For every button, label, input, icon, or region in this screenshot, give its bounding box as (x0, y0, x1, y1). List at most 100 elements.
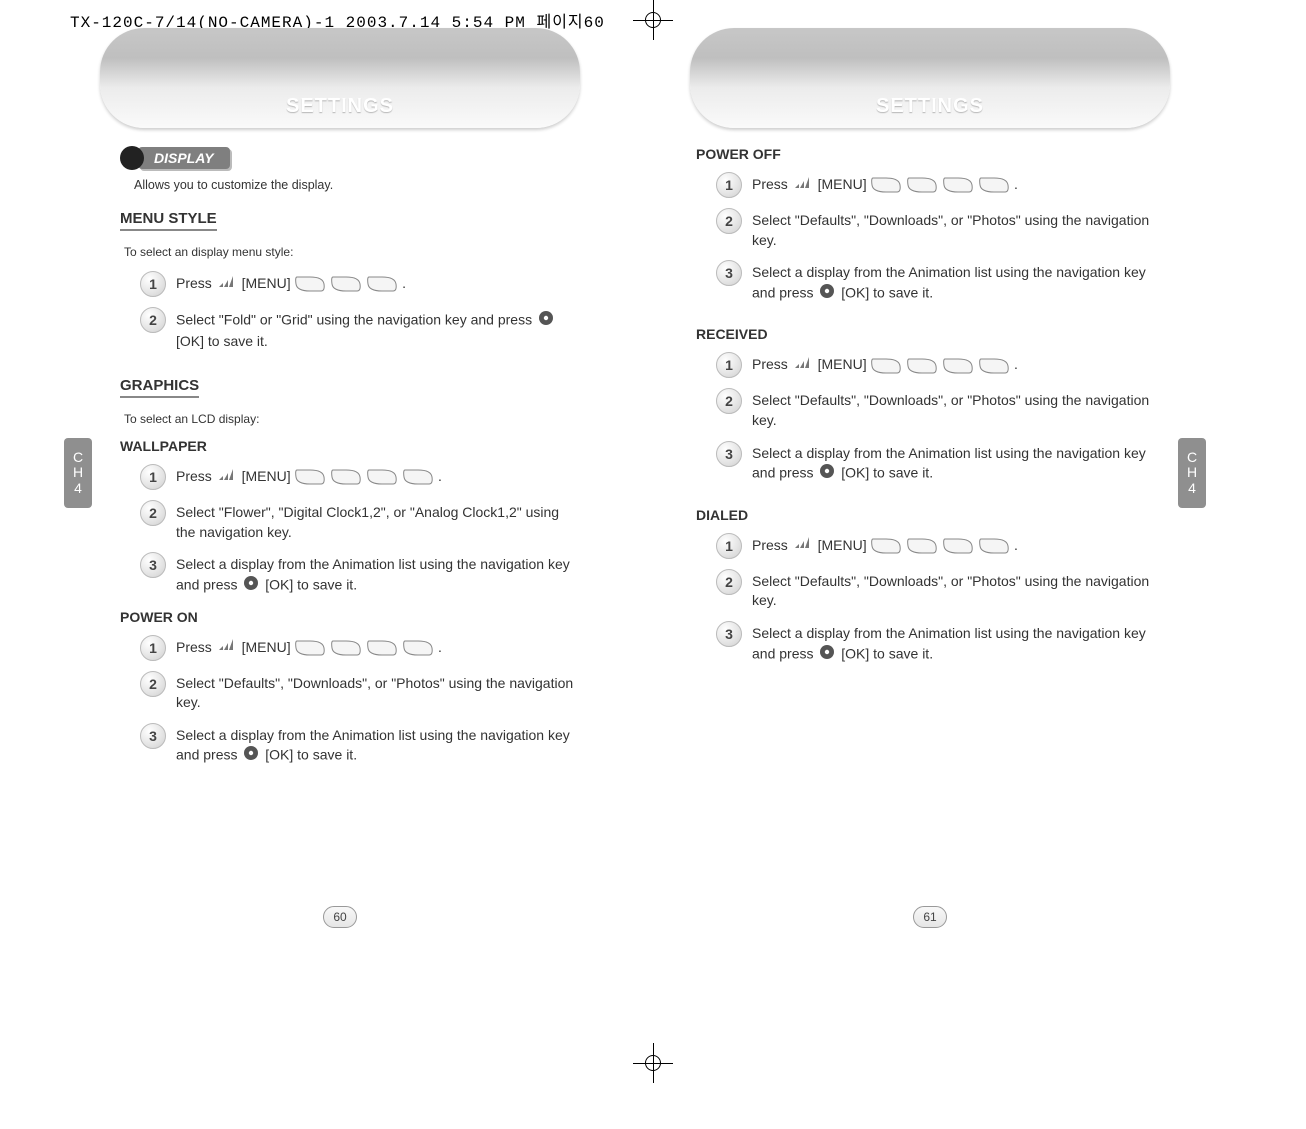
ok-icon (819, 644, 835, 666)
step-number-badge: 3 (716, 441, 742, 467)
step-number-badge: 2 (140, 307, 166, 333)
step-number-badge: 2 (716, 388, 742, 414)
step-sentence: Select a display from the Animation list… (176, 556, 570, 592)
graphics-note: To select an LCD display: (124, 412, 574, 426)
power-off-step: 2 Select "Defaults", "Downloads", or "Ph… (716, 208, 1150, 250)
signal-icon (218, 468, 236, 488)
keycap-icon (943, 537, 973, 555)
step-text: Select a display from the Animation list… (176, 552, 574, 596)
step-number-badge: 3 (716, 621, 742, 647)
received-step: 2 Select "Defaults", "Downloads", or "Ph… (716, 388, 1150, 430)
dialed-step: 1 Press [MENU] . (716, 533, 1150, 559)
page-number: 60 (323, 906, 357, 928)
step-word: Press (752, 176, 788, 192)
keycap-icon (367, 468, 397, 486)
signal-icon (218, 638, 236, 658)
step-text: Press [MENU] . (752, 172, 1150, 195)
keycap-icon (871, 537, 901, 555)
dialed-step: 3 Select a display from the Animation li… (716, 621, 1150, 665)
keycap-icon (871, 357, 901, 375)
menu-style-step: 1 Press [MENU] . (140, 271, 574, 297)
wallpaper-step: 3 Select a display from the Animation li… (140, 552, 574, 596)
chapter-tab-label: H (73, 465, 83, 480)
keycap-icon (871, 176, 901, 194)
chapter-tab-left: C H 4 (64, 438, 92, 508)
menu-label: [MENU] (242, 468, 291, 484)
step-text: Select "Fold" or "Grid" using the naviga… (176, 307, 574, 351)
chapter-tab-right: C H 4 (1178, 438, 1206, 508)
keycap-icon (907, 176, 937, 194)
step-text: Press [MENU] . (176, 271, 574, 294)
heading-graphics: GRAPHICS (120, 377, 199, 398)
step-sentence: Select a display from the Animation list… (176, 727, 570, 763)
chapter-tab-label: 4 (1188, 481, 1196, 496)
step-word: Press (752, 356, 788, 372)
ok-icon (819, 463, 835, 485)
step-number-badge: 2 (716, 208, 742, 234)
step-suffix: . (438, 639, 442, 655)
wallpaper-step: 2 Select "Flower", "Digital Clock1,2", o… (140, 500, 574, 542)
keycap-icon (331, 275, 361, 293)
ok-label: [OK] to save it. (841, 465, 933, 481)
menu-label: [MENU] (818, 356, 867, 372)
power-on-step: 2 Select "Defaults", "Downloads", or "Ph… (140, 671, 574, 713)
menu-label: [MENU] (818, 176, 867, 192)
page-banner: SETTINGS (100, 28, 580, 128)
received-step: 1 Press [MENU] . (716, 352, 1150, 378)
power-on-step: 1 Press [MENU] . (140, 635, 574, 661)
page-title: SETTINGS (286, 95, 394, 118)
step-word: Press (176, 639, 212, 655)
keycap-icon (331, 639, 361, 657)
heading-received: RECEIVED (696, 326, 1150, 342)
step-text: Select a display from the Animation list… (752, 260, 1150, 304)
section-bullet-icon (120, 146, 144, 170)
step-sentence: Select a display from the Animation list… (752, 625, 1146, 661)
signal-icon (794, 176, 812, 196)
step-text: Select "Defaults", "Downloads", or "Phot… (752, 569, 1150, 611)
keycap-icon (979, 537, 1009, 555)
step-suffix: . (1014, 176, 1018, 192)
power-on-step: 3 Select a display from the Animation li… (140, 723, 574, 767)
signal-icon (794, 536, 812, 556)
display-lead-text: Allows you to customize the display. (134, 178, 574, 192)
menu-label: [MENU] (818, 537, 867, 553)
ok-label: [OK] to save it. (265, 747, 357, 763)
wallpaper-step: 1 Press [MENU] . (140, 464, 574, 490)
keycap-icon (403, 639, 433, 657)
step-text: Press [MENU] . (752, 352, 1150, 375)
step-number-badge: 3 (140, 723, 166, 749)
menu-style-note: To select an display menu style: (124, 245, 574, 259)
keycap-icon (367, 275, 397, 293)
keycap-icon (943, 357, 973, 375)
step-text: Select a display from the Animation list… (752, 441, 1150, 485)
chapter-tab-label: 4 (74, 481, 82, 496)
step-number-badge: 2 (140, 500, 166, 526)
ok-icon (243, 745, 259, 767)
received-step: 3 Select a display from the Animation li… (716, 441, 1150, 485)
ok-label: [OK] to save it. (841, 645, 933, 661)
heading-menu-style: MENU STYLE (120, 210, 217, 231)
keycap-icon (907, 357, 937, 375)
keycap-icon (943, 176, 973, 194)
step-number-badge: 3 (716, 260, 742, 286)
step-suffix: . (402, 275, 406, 291)
step-text: Select "Defaults", "Downloads", or "Phot… (752, 208, 1150, 250)
step-number-badge: 2 (140, 671, 166, 697)
ok-label: [OK] to save it. (176, 333, 268, 349)
step-word: Press (176, 275, 212, 291)
page-left: C H 4 SETTINGS DISPLAY Allows you to cus… (70, 18, 610, 1098)
step-suffix: . (438, 468, 442, 484)
power-off-step: 3 Select a display from the Animation li… (716, 260, 1150, 304)
heading-dialed: DIALED (696, 507, 1150, 523)
step-text: Select "Defaults", "Downloads", or "Phot… (176, 671, 574, 713)
keycap-icon (403, 468, 433, 486)
step-number-badge: 1 (716, 533, 742, 559)
step-text: Press [MENU] . (176, 635, 574, 658)
step-text: Select a display from the Animation list… (752, 621, 1150, 665)
keycap-icon (979, 176, 1009, 194)
keycap-icon (331, 468, 361, 486)
ok-icon (819, 283, 835, 305)
heading-power-off: POWER OFF (696, 146, 1150, 162)
step-number-badge: 1 (716, 352, 742, 378)
step-text: Press [MENU] . (752, 533, 1150, 556)
